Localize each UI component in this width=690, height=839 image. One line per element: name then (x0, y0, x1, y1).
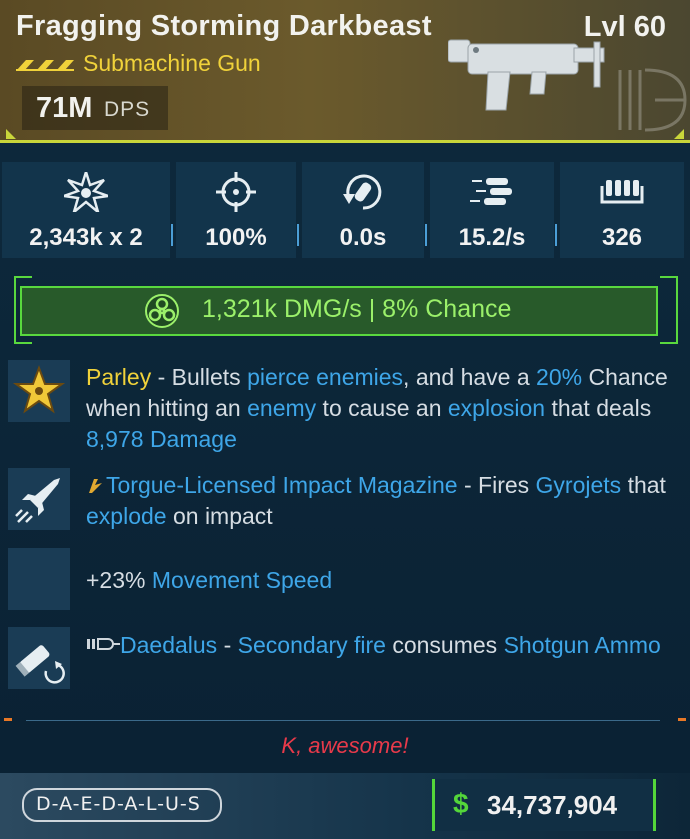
perk-text: that deals (545, 395, 652, 421)
perk-keyword: Shotgun Ammo (503, 632, 661, 658)
perk-keyword: enemy (247, 395, 317, 421)
perk-text: - (217, 632, 238, 658)
stat-ammo: 326 (560, 162, 684, 258)
stat-reload: 0.0s (302, 162, 427, 258)
corrosive-biohazard-icon (145, 294, 179, 328)
weapon-type: Submachine Gun (83, 50, 261, 76)
fire-rate-icon (470, 178, 512, 205)
dollar-icon: $ (453, 788, 469, 819)
corner-accent (674, 129, 684, 139)
ammo-icon (600, 180, 644, 204)
perk-text: on impact (166, 503, 273, 529)
perk-keyword: 8,978 Damage (86, 426, 237, 452)
perk-text: to cause an (316, 395, 448, 421)
perk-icon-frame (8, 627, 70, 689)
perk-keyword: pierce enemies (247, 364, 404, 390)
stat-accuracy: 100% (176, 162, 299, 258)
stat-ammo-value: 326 (601, 224, 643, 251)
price-value: 34,737,904 (487, 790, 618, 820)
dps-value: 71M (36, 92, 93, 124)
perk-keyword: Gyrojets (535, 472, 622, 498)
stat-damage-value: 2,343k x 2 (29, 224, 143, 251)
perk-daedalus-text: Daedalus - Secondary fire consumes Shotg… (86, 630, 676, 661)
dps-box: 71M DPS (22, 86, 168, 130)
divider-dash (4, 718, 12, 721)
stat-separator (425, 224, 427, 246)
torgue-badge-icon (89, 479, 102, 493)
element-damage-text: 1,321k DMG/s | 8% Chance (202, 295, 512, 323)
stat-separator (171, 224, 173, 246)
perk-text: , and have a (403, 364, 537, 390)
dps-label: DPS (104, 98, 151, 121)
perk-keyword: Secondary fire (237, 632, 386, 658)
stat-fire-rate: 15.2/s (430, 162, 557, 258)
perk-movement-text: +23% Movement Speed (86, 565, 676, 596)
perk-keyword: Movement Speed (151, 567, 333, 593)
stat-reload-value: 0.0s (339, 224, 387, 251)
divider-dash (678, 718, 686, 721)
stat-separator (555, 224, 557, 246)
smg-weapon-icon (448, 39, 605, 111)
footer-divider (26, 720, 660, 721)
perk-text: - Fires (457, 472, 536, 498)
weapon-card: Fragging Storming Darkbeast Lvl 60 Subma… (0, 0, 690, 839)
perk-text: +23% (86, 567, 152, 593)
daedalus-badge-icon (87, 638, 120, 650)
stat-accuracy-value: 100% (205, 224, 267, 251)
reload-icon (343, 174, 382, 210)
manufacturer-name: D-A-E-D-A-L-U-S (36, 793, 201, 815)
gyrojet-rocket-icon (15, 478, 60, 523)
element-bracket-right (660, 276, 678, 344)
perk-icon-frame (8, 468, 70, 530)
weapon-name: Fragging Storming Darkbeast (16, 10, 432, 42)
perk-text: consumes (385, 632, 504, 658)
corner-accent (6, 129, 16, 139)
perk-text: - Bullets (151, 364, 248, 390)
perk-keyword: explosion (447, 395, 546, 421)
perk-name: Daedalus (120, 632, 218, 658)
rarity-chevrons-icon (16, 60, 74, 71)
shotgun-shell-swap-icon (15, 645, 65, 684)
perk-icon-frame-empty (8, 548, 70, 610)
stat-separator (297, 224, 299, 246)
perk-magazine-text: Torgue-Licensed Impact Magazine - Fires … (86, 470, 676, 532)
footer-bar: D-A-E-D-A-L-U-S $ 34,737,904 (0, 773, 690, 839)
flavor-text: K, awesome! (281, 733, 409, 758)
perk-keyword: 20% (536, 364, 583, 390)
price-box: $ 34,737,904 (432, 779, 656, 831)
stat-fire-rate-value: 15.2/s (458, 224, 526, 251)
perk-keyword: explode (86, 503, 167, 529)
parley-star-icon (12, 365, 66, 414)
crosshair-accuracy-icon (216, 172, 256, 212)
perk-name: Parley (86, 364, 152, 390)
perk-icon-frame (8, 360, 70, 422)
stats-row: 2,343k x 2 100% 0.0s 15.2/s 326 (0, 162, 690, 260)
perk-name: Torgue-Licensed Impact Magazine (106, 472, 458, 498)
weapon-header: Fragging Storming Darkbeast Lvl 60 Subma… (0, 0, 690, 143)
perk-text: that (621, 472, 666, 498)
perk-parley-text: Parley - Bullets pierce enemies, and hav… (86, 362, 676, 455)
stat-damage: 2,343k x 2 (2, 162, 173, 258)
damage-burst-icon (64, 172, 108, 212)
element-damage-bar: 1,321k DMG/s | 8% Chance (20, 286, 658, 336)
